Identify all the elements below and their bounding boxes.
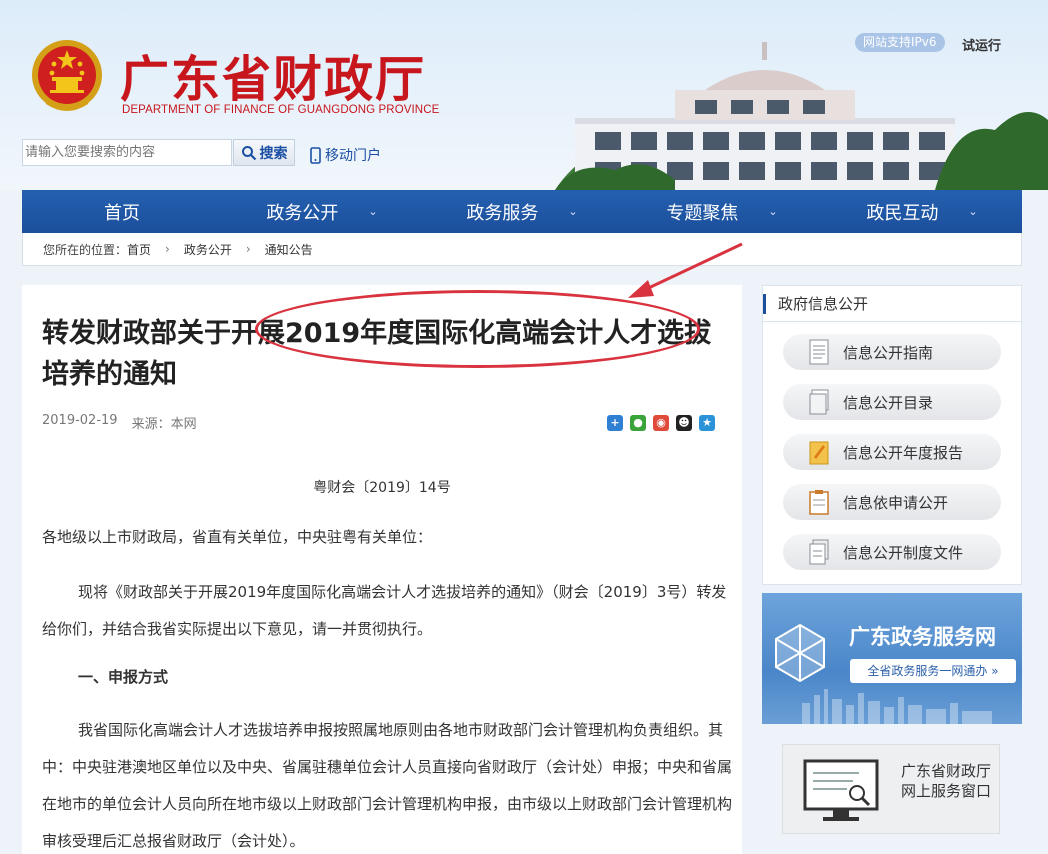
breadcrumb-prefix: 您所在的位置： xyxy=(43,242,128,257)
nav-item-home[interactable]: 首页 xyxy=(22,190,222,233)
search-button[interactable]: 搜索 xyxy=(233,139,295,166)
folder-icon xyxy=(809,389,829,415)
mobile-portal-link[interactable]: 移动门户 xyxy=(310,145,381,165)
nav-item-label: 政民互动 xyxy=(866,202,939,224)
info-guide-button[interactable]: 信息公开指南 xyxy=(783,334,1001,370)
report-icon xyxy=(809,441,829,465)
button-label: 信息依申请公开 xyxy=(843,493,949,512)
nav-item-label: 专题聚焦 xyxy=(666,202,739,224)
nav-item-label: 政务公开 xyxy=(266,202,339,224)
info-catalog-button[interactable]: 信息公开目录 xyxy=(783,384,1001,420)
chevron-down-icon: ⌄ xyxy=(968,205,978,218)
main-nav: 首页 政务公开 ⌄ 政务服务 ⌄ 专题聚焦 ⌄ 政民互动 ⌄ xyxy=(22,190,1022,233)
search-icon xyxy=(241,145,256,160)
nav-item-government-affairs[interactable]: 政务公开 ⌄ xyxy=(222,190,422,233)
weibo-icon[interactable]: ◉ xyxy=(653,415,669,431)
apply-disclosure-button[interactable]: 信息依申请公开 xyxy=(783,484,1001,520)
article: 转发财政部关于开展2019年度国际化高端会计人才选拔培养的通知 2019-02-… xyxy=(22,285,742,854)
computer-monitor-icon xyxy=(803,759,879,821)
qzone-icon[interactable]: ★ xyxy=(699,415,715,431)
files-icon xyxy=(809,539,829,565)
breadcrumb-item-notices[interactable]: 通知公告 xyxy=(265,241,313,258)
breadcrumb: 您所在的位置： 首页 › 政务公开 › 通知公告 xyxy=(22,233,1022,266)
button-label: 信息公开年度报告 xyxy=(843,443,964,462)
service-network-logo-icon xyxy=(775,623,825,683)
article-source: 来源：本网 xyxy=(131,417,197,432)
qq-icon[interactable]: ☻ xyxy=(676,415,692,431)
breadcrumb-separator: › xyxy=(245,242,251,256)
banner-title: 广东政务服务网 xyxy=(849,625,996,649)
document-number: 粤财会〔2019〕14号 xyxy=(313,480,451,496)
header-building-illustration xyxy=(555,42,1048,190)
nav-item-government-services[interactable]: 政务服务 ⌄ xyxy=(422,190,622,233)
chevron-down-icon: ⌄ xyxy=(368,205,378,218)
search-button-label: 搜索 xyxy=(259,145,288,162)
gd-gov-service-banner[interactable]: 广东政务服务网 全省政务服务一网通办 » xyxy=(762,593,1022,724)
plus-share-icon[interactable]: + xyxy=(607,415,623,431)
article-date: 2019-02-19 xyxy=(42,413,118,428)
nav-item-public-interaction[interactable]: 政民互动 ⌄ xyxy=(822,190,1022,233)
nav-item-label: 首页 xyxy=(104,202,140,224)
chevron-down-icon: ⌄ xyxy=(768,205,778,218)
site-header: 广东省财政厅 DEPARTMENT OF FINANCE OF GUANGDON… xyxy=(0,0,1048,190)
site-title: 广东省财政厅 xyxy=(120,50,427,108)
button-label: 信息公开制度文件 xyxy=(843,543,964,562)
article-section-heading: 一、申报方式 xyxy=(78,668,169,686)
clipboard-icon xyxy=(809,490,829,515)
online-service-label: 广东省财政厅网上服务窗口 xyxy=(901,762,992,800)
mobile-phone-icon xyxy=(310,146,321,164)
article-title: 转发财政部关于开展2019年度国际化高端会计人才选拔培养的通知 xyxy=(42,318,712,390)
city-skyline-illustration xyxy=(802,689,992,724)
annual-report-button[interactable]: 信息公开年度报告 xyxy=(783,434,1001,470)
article-paragraph: 现将《财政部关于开展2019年度国际化高端会计人才选拔培养的通知》（财会〔201… xyxy=(42,583,727,638)
regulation-files-button[interactable]: 信息公开制度文件 xyxy=(783,534,1001,570)
nav-item-special-topics[interactable]: 专题聚焦 ⌄ xyxy=(622,190,822,233)
chevron-down-icon: ⌄ xyxy=(568,205,578,218)
article-paragraph: 我省国际化高端会计人才选拔培养申报按照属地原则由各地市财政部门会计管理机构负责组… xyxy=(42,721,733,850)
share-bar: + ● ◉ ☻ ★ xyxy=(607,415,715,431)
button-label: 信息公开目录 xyxy=(843,393,934,412)
button-label: 信息公开指南 xyxy=(843,343,934,362)
mobile-portal-label: 移动门户 xyxy=(325,148,381,164)
online-service-window-link[interactable]: 广东省财政厅网上服务窗口 xyxy=(782,744,1000,834)
nav-item-label: 政务服务 xyxy=(466,202,539,224)
breadcrumb-item-home[interactable]: 首页 xyxy=(127,241,151,258)
document-icon xyxy=(809,339,829,365)
breadcrumb-separator: › xyxy=(165,242,170,256)
search-input[interactable] xyxy=(22,139,232,166)
site-subtitle: DEPARTMENT OF FINANCE OF GUANGDONG PROVI… xyxy=(122,104,440,116)
panel-title: 政府信息公开 xyxy=(763,286,1021,322)
article-meta: 2019-02-19 来源：本网 xyxy=(42,413,197,432)
info-disclosure-panel: 政府信息公开 信息公开指南 信息公开目录 信息公开年度报告 信息依申请公开 信息… xyxy=(762,285,1022,585)
article-salutation: 各地级以上市财政局，省直有关单位，中央驻粤有关单位： xyxy=(42,528,433,546)
national-emblem-icon xyxy=(32,40,102,111)
banner-subtitle: 全省政务服务一网通办 » xyxy=(850,659,1016,683)
wechat-icon[interactable]: ● xyxy=(630,415,646,431)
breadcrumb-item-government-affairs[interactable]: 政务公开 xyxy=(184,241,232,258)
